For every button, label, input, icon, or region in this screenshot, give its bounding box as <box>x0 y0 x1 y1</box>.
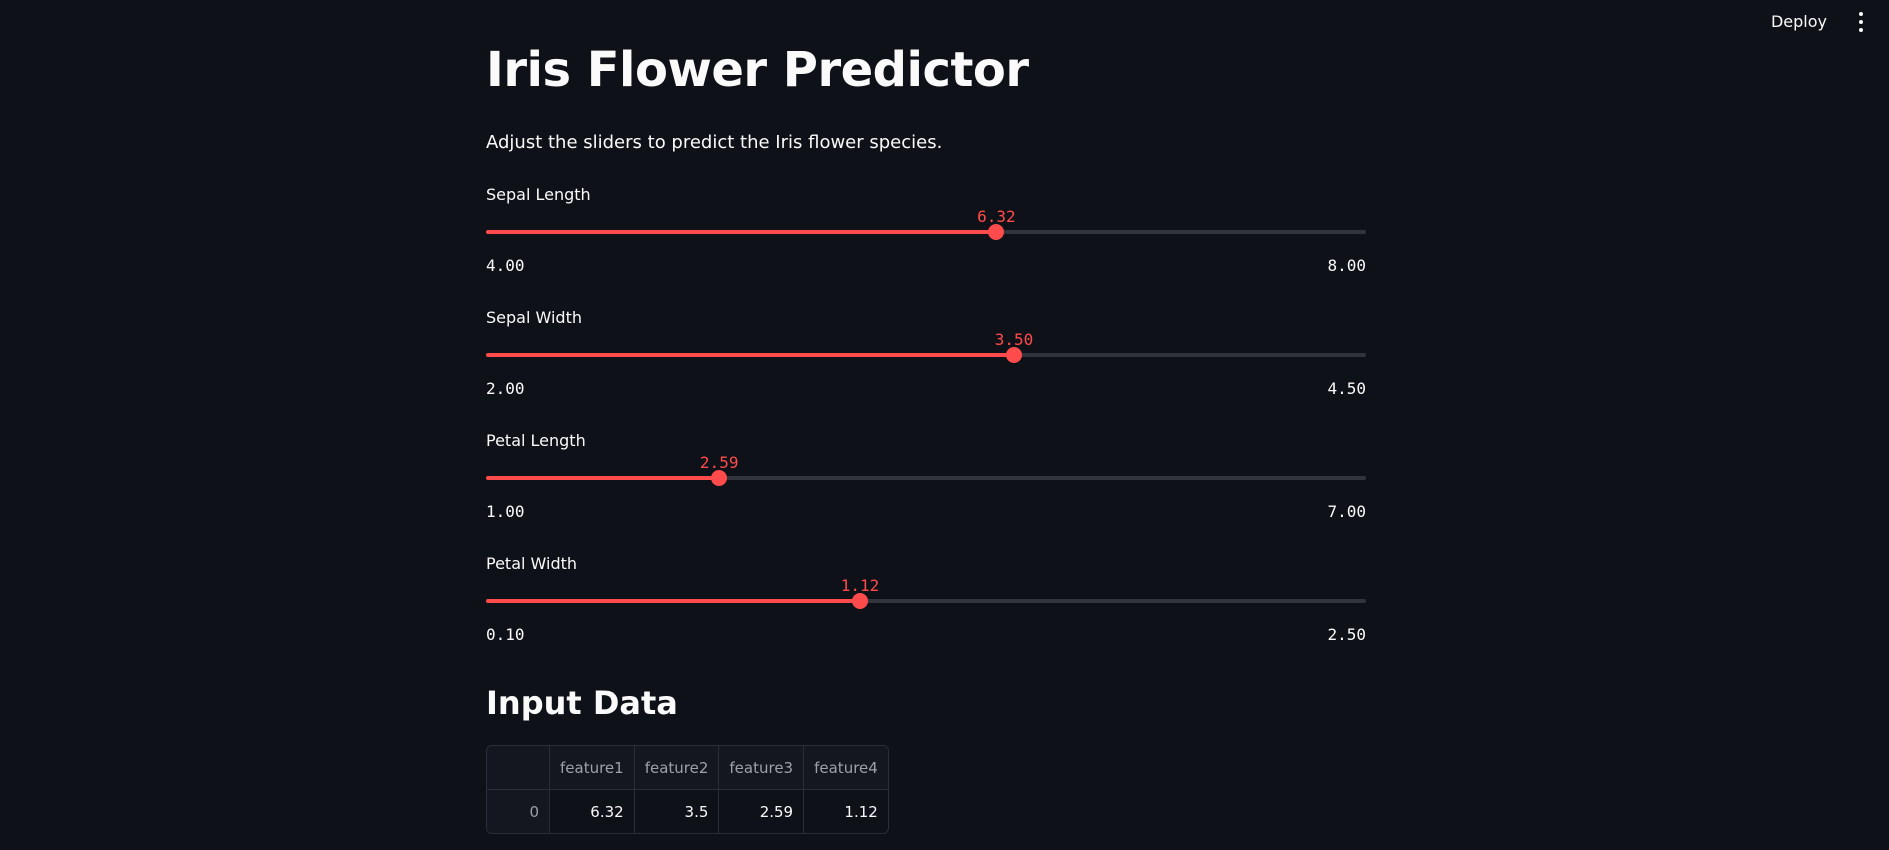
slider-fill <box>486 230 997 234</box>
column-header <box>487 746 550 790</box>
table-cell[interactable]: 6.32 <box>549 789 635 833</box>
slider-petal-length: Petal Length 2.59 1.00 7.00 <box>486 431 1366 531</box>
slider-min: 2.00 <box>486 379 525 398</box>
column-header[interactable]: feature1 <box>549 746 635 790</box>
column-header[interactable]: feature2 <box>634 746 720 790</box>
slider-thumb[interactable] <box>988 224 1005 240</box>
slider-label: Petal Length <box>486 431 586 450</box>
slider-fill <box>486 599 860 603</box>
slider-min: 0.10 <box>486 625 525 644</box>
table-header-row: feature1 feature2 feature3 feature4 <box>487 746 888 790</box>
data-table: feature1 feature2 feature3 feature4 0 6.… <box>487 746 888 833</box>
slider-petal-width: Petal Width 1.12 0.10 2.50 <box>486 554 1366 654</box>
top-bar: Deploy <box>0 0 1889 44</box>
slider-fill <box>486 353 1014 357</box>
page-subtitle: Adjust the sliders to predict the Iris f… <box>486 132 943 153</box>
slider-fill <box>486 476 720 480</box>
table-cell[interactable]: 2.59 <box>718 789 805 833</box>
dataframe[interactable]: feature1 feature2 feature3 feature4 0 6.… <box>486 745 889 834</box>
menu-dot <box>1859 12 1863 16</box>
table-cell[interactable]: 3.5 <box>634 789 720 833</box>
column-header[interactable]: feature4 <box>803 746 888 790</box>
slider-max: 8.00 <box>1327 256 1366 275</box>
table-row: 0 6.32 3.5 2.59 1.12 <box>487 789 888 834</box>
menu-dot <box>1859 28 1863 32</box>
slider-max: 4.50 <box>1327 379 1366 398</box>
section-heading: Input Data <box>486 684 678 722</box>
slider-thumb[interactable] <box>711 470 728 486</box>
slider-min: 1.00 <box>486 502 525 521</box>
deploy-button[interactable]: Deploy <box>1765 10 1833 33</box>
menu-dot <box>1859 20 1863 24</box>
slider-label: Petal Width <box>486 554 578 573</box>
slider-label: Sepal Length <box>486 185 591 204</box>
slider-sepal-width: Sepal Width 3.50 2.00 4.50 <box>486 308 1366 408</box>
kebab-menu-icon[interactable] <box>1855 12 1867 32</box>
slider-thumb[interactable] <box>852 593 868 609</box>
slider-max: 2.50 <box>1327 625 1366 644</box>
slider-label: Sepal Width <box>486 308 582 327</box>
slider-thumb[interactable] <box>1006 347 1022 363</box>
column-header[interactable]: feature3 <box>718 746 805 790</box>
table-cell[interactable]: 1.12 <box>804 790 888 834</box>
slider-sepal-length: Sepal Length 6.32 4.00 8.00 <box>486 185 1366 285</box>
page-title: Iris Flower Predictor <box>486 42 1029 98</box>
slider-min: 4.00 <box>486 256 525 275</box>
slider-max: 7.00 <box>1327 502 1366 521</box>
row-index: 0 <box>487 789 550 833</box>
